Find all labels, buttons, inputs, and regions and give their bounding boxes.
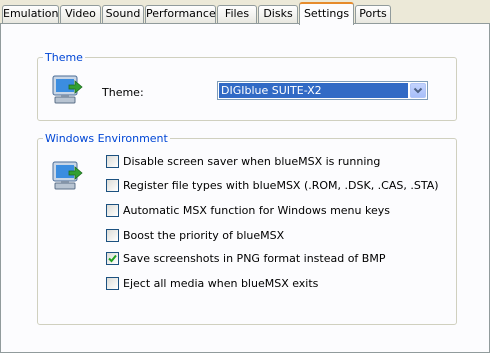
option-label: Disable screen saver when blueMSX is run… — [123, 155, 381, 168]
computer-settings-icon — [52, 75, 83, 104]
checkbox[interactable] — [106, 277, 119, 290]
theme-label: Theme: — [102, 86, 144, 99]
option-label: Eject all media when blueMSX exits — [123, 277, 319, 290]
settings-panel: Theme Theme: DIGIblue SUITE-X2 Windows E… — [0, 23, 490, 353]
theme-group-legend: Theme — [45, 51, 83, 64]
checkbox[interactable] — [106, 229, 119, 242]
computer-settings-icon — [52, 161, 83, 190]
windows-group-legend: Windows Environment — [45, 132, 168, 145]
tab-strip: Emulation Video Sound Performance Files … — [0, 0, 490, 25]
tab-ports[interactable]: Ports — [355, 5, 391, 23]
chevron-down-icon[interactable] — [410, 83, 426, 98]
theme-select-value: DIGIblue SUITE-X2 — [219, 83, 408, 98]
checkmark-icon — [108, 254, 117, 263]
tab-settings[interactable]: Settings — [299, 2, 354, 25]
tab-disks[interactable]: Disks — [258, 5, 298, 23]
theme-select[interactable]: DIGIblue SUITE-X2 — [217, 81, 428, 100]
checkbox[interactable] — [106, 155, 119, 168]
checkbox[interactable] — [106, 179, 119, 192]
option-label: Boost the priority of blueMSX — [123, 229, 285, 242]
tab-sound[interactable]: Sound — [102, 5, 144, 23]
checkbox[interactable] — [106, 252, 119, 265]
checkbox[interactable] — [106, 204, 119, 217]
tab-files[interactable]: Files — [217, 5, 257, 23]
option-label: Automatic MSX function for Windows menu … — [123, 204, 390, 217]
option-label: Save screenshots in PNG format instead o… — [123, 252, 386, 265]
tab-video[interactable]: Video — [60, 5, 101, 23]
tab-emulation[interactable]: Emulation — [2, 5, 59, 23]
option-label: Register file types with blueMSX (.ROM, … — [123, 179, 439, 192]
tab-performance[interactable]: Performance — [145, 5, 216, 23]
